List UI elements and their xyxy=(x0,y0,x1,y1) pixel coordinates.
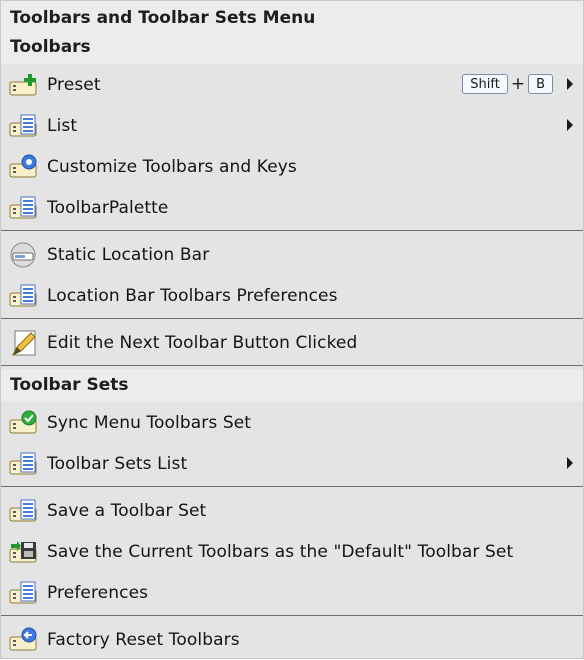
menu-item-label: Customize Toolbars and Keys xyxy=(47,156,297,177)
menu-item-label: Preferences xyxy=(47,582,149,603)
toolbars-menu: Toolbars and Toolbar Sets Menu Toolbars … xyxy=(0,0,584,659)
shortcut-plus: + xyxy=(510,74,526,94)
menu-separator xyxy=(1,230,583,231)
menu-separator xyxy=(1,615,583,616)
menu-item-sync-toolbars[interactable]: Sync Menu Toolbars Set xyxy=(1,402,583,443)
menu-item-label: Toolbar Sets List xyxy=(47,453,188,474)
section-header-toolbar-sets: Toolbar Sets xyxy=(1,369,583,402)
menu-item-save-default-set[interactable]: Save the Current Toolbars as the "Defaul… xyxy=(1,531,583,572)
menu-item-label: Factory Reset Toolbars xyxy=(47,629,240,650)
menu-item-label: Location Bar Toolbars Preferences xyxy=(47,285,338,306)
menu-item-save-toolbar-set[interactable]: Save a Toolbar Set xyxy=(1,490,583,531)
menu-item-label: ToolbarPalette xyxy=(47,197,169,218)
toolbar-check-icon xyxy=(9,410,39,436)
shortcut-key-shift: Shift xyxy=(462,74,508,94)
section-header-toolbars: Toolbars xyxy=(1,31,583,64)
toolbar-list-icon xyxy=(9,283,39,309)
menu-item-label: Preset xyxy=(47,74,101,95)
shortcut-key-b: B xyxy=(528,74,553,94)
menu-item-list[interactable]: List xyxy=(1,105,583,146)
menu-separator xyxy=(1,318,583,319)
menu-item-factory-reset[interactable]: Factory Reset Toolbars xyxy=(1,619,583,660)
menu-item-static-location-bar[interactable]: Static Location Bar xyxy=(1,234,583,275)
menu-item-label: Save the Current Toolbars as the "Defaul… xyxy=(47,541,514,562)
toolbar-list-icon xyxy=(9,498,39,524)
pencil-note-icon xyxy=(9,330,39,356)
toolbar-list-icon xyxy=(9,113,39,139)
menu-item-label: List xyxy=(47,115,78,136)
location-bar-icon xyxy=(9,242,39,268)
keyboard-shortcut: Shift + B xyxy=(462,74,553,94)
menu-item-label: Save a Toolbar Set xyxy=(47,500,207,521)
menu-item-label: Static Location Bar xyxy=(47,244,210,265)
menu-item-toolbar-palette[interactable]: ToolbarPalette xyxy=(1,187,583,228)
menu-item-toolbar-sets-list[interactable]: Toolbar Sets List xyxy=(1,443,583,484)
menu-item-preset[interactable]: Preset Shift + B xyxy=(1,64,583,105)
toolbar-add-icon xyxy=(9,72,39,98)
menu-item-label: Edit the Next Toolbar Button Clicked xyxy=(47,332,358,353)
submenu-arrow-icon xyxy=(567,78,573,90)
menu-item-customize[interactable]: Customize Toolbars and Keys xyxy=(1,146,583,187)
menu-separator xyxy=(1,486,583,487)
toolbar-list-icon xyxy=(9,451,39,477)
toolbar-list-icon xyxy=(9,580,39,606)
toolbar-list-icon xyxy=(9,195,39,221)
submenu-arrow-icon xyxy=(567,119,573,131)
submenu-arrow-icon xyxy=(567,457,573,469)
toolbar-reset-icon xyxy=(9,627,39,653)
toolbar-gear-icon xyxy=(9,154,39,180)
menu-item-preferences[interactable]: Preferences xyxy=(1,572,583,613)
menu-title: Toolbars and Toolbar Sets Menu xyxy=(1,1,583,31)
menu-separator xyxy=(1,365,583,366)
menu-item-edit-next-button[interactable]: Edit the Next Toolbar Button Clicked xyxy=(1,322,583,363)
menu-item-location-bar-prefs[interactable]: Location Bar Toolbars Preferences xyxy=(1,275,583,316)
menu-item-label: Sync Menu Toolbars Set xyxy=(47,412,252,433)
toolbar-save-icon xyxy=(9,539,39,565)
